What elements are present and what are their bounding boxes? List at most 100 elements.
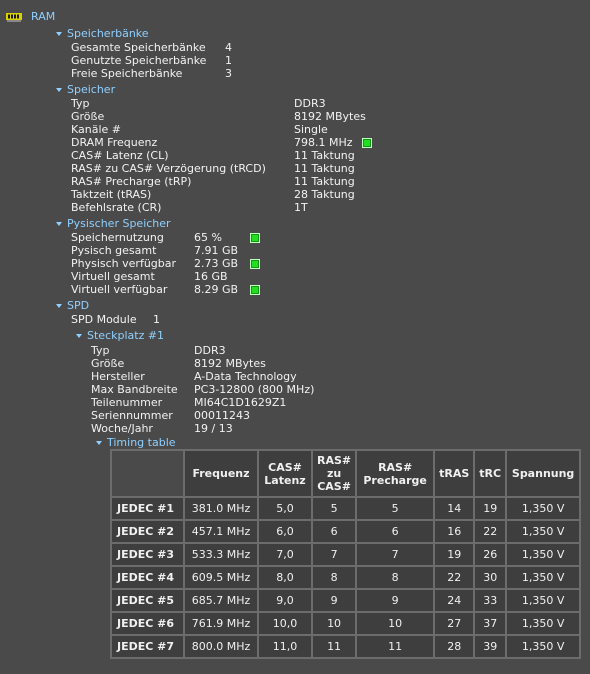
cell-frequenz: 685.7 MHz — [185, 590, 257, 611]
cell-trc: 33 — [475, 590, 506, 611]
cell-ras-zu-cas: 8 — [313, 567, 356, 588]
cell-frequenz: 800.0 MHz — [185, 636, 257, 657]
expand-arrow-icon[interactable] — [56, 88, 62, 92]
bank-total-value: 4 — [225, 41, 232, 54]
cell-ras-zu-cas: 7 — [313, 544, 356, 565]
cell-ras-zu-cas: 10 — [313, 613, 356, 634]
section-physischer-speicher[interactable]: Pysischer Speicher — [67, 217, 171, 230]
cell-spannung: 1,350 V — [507, 590, 580, 611]
header-trc: tRC — [475, 451, 506, 496]
cell-frequenz: 609.5 MHz — [185, 567, 257, 588]
bank-used-label: Genutzte Speicherbänke — [71, 54, 207, 67]
cell-ras-precharge: 10 — [357, 613, 434, 634]
cell-spannung: 1,350 V — [507, 636, 580, 657]
bank-total-label: Gesamte Speicherbänke — [71, 41, 206, 54]
cell-cas-latenz: 7,0 — [259, 544, 311, 565]
slot-label: Größe — [91, 357, 125, 370]
expand-arrow-icon[interactable] — [56, 304, 62, 308]
bank-free-label: Freie Speicherbänke — [71, 67, 183, 80]
cell-tras: 24 — [435, 590, 474, 611]
mem-value: Single — [294, 123, 328, 136]
phys-value: 16 GB — [194, 270, 228, 283]
phys-value: 8.29 GB — [194, 283, 239, 296]
header-blank-cell — [112, 451, 183, 496]
row-name: JEDEC #2 — [112, 521, 183, 542]
cell-ras-precharge: 11 — [357, 636, 434, 657]
row-name: JEDEC #4 — [112, 567, 183, 588]
table-row: JEDEC #1 381.0 MHz 5,0 5 5 14 19 1,350 V — [112, 498, 580, 519]
timing-table: Frequenz CAS# Latenz RAS# zu CAS# RAS# P… — [110, 449, 582, 659]
mem-label: RAS# Precharge (tRP) — [71, 175, 192, 188]
row-name: JEDEC #1 — [112, 498, 183, 519]
bank-free-value: 3 — [225, 67, 232, 80]
cell-frequenz: 761.9 MHz — [185, 613, 257, 634]
header-spannung: Spannung — [507, 451, 580, 496]
phys-label: Pysisch gesamt — [71, 244, 157, 257]
status-green-icon — [362, 138, 372, 148]
phys-label: Speichernutzung — [71, 231, 164, 244]
ram-node[interactable]: RAM — [31, 10, 55, 23]
slot-label: Max Bandbreite — [91, 383, 178, 396]
timing-table-node[interactable]: Timing table — [107, 436, 176, 449]
expand-arrow-icon[interactable] — [96, 441, 102, 445]
row-name: JEDEC #7 — [112, 636, 183, 657]
header-tras: tRAS — [435, 451, 474, 496]
slot-value: PC3-12800 (800 MHz) — [194, 383, 315, 396]
cell-trc: 39 — [475, 636, 506, 657]
expand-arrow-icon[interactable] — [76, 334, 82, 338]
cell-ras-zu-cas: 9 — [313, 590, 356, 611]
cell-frequenz: 381.0 MHz — [185, 498, 257, 519]
phys-value: 7.91 GB — [194, 244, 239, 257]
cell-tras: 19 — [435, 544, 474, 565]
section-spd[interactable]: SPD — [67, 299, 89, 312]
ram-module-icon — [6, 13, 22, 22]
phys-value: 65 % — [194, 231, 222, 244]
mem-value: 11 Taktung — [294, 175, 355, 188]
cell-cas-latenz: 8,0 — [259, 567, 311, 588]
mem-value: DDR3 — [294, 97, 326, 110]
table-row: JEDEC #7 800.0 MHz 11,0 11 11 28 39 1,35… — [112, 636, 580, 657]
spd-modules-value: 1 — [153, 313, 160, 326]
bank-used-value: 1 — [225, 54, 232, 67]
mem-value: 798.1 MHz — [294, 136, 353, 149]
cell-tras: 28 — [435, 636, 474, 657]
status-green-icon — [250, 259, 260, 269]
mem-label: Typ — [71, 97, 90, 110]
cell-ras-zu-cas: 11 — [313, 636, 356, 657]
phys-label: Virtuell gesamt — [71, 270, 155, 283]
table-row: JEDEC #5 685.7 MHz 9,0 9 9 24 33 1,350 V — [112, 590, 580, 611]
mem-label: Taktzeit (tRAS) — [71, 188, 152, 201]
expand-arrow-icon[interactable] — [56, 32, 62, 36]
timing-header-row: Frequenz CAS# Latenz RAS# zu CAS# RAS# P… — [112, 451, 580, 496]
mem-value: 1T — [294, 201, 308, 214]
phys-label: Virtuell verfügbar — [71, 283, 168, 296]
slot-1-node[interactable]: Steckplatz #1 — [87, 329, 164, 342]
slot-value: DDR3 — [194, 344, 226, 357]
cell-tras: 16 — [435, 521, 474, 542]
cell-cas-latenz: 9,0 — [259, 590, 311, 611]
mem-label: Größe — [71, 110, 105, 123]
cell-spannung: 1,350 V — [507, 544, 580, 565]
table-row: JEDEC #2 457.1 MHz 6,0 6 6 16 22 1,350 V — [112, 521, 580, 542]
mem-value: 11 Taktung — [294, 149, 355, 162]
cell-frequenz: 457.1 MHz — [185, 521, 257, 542]
cell-ras-zu-cas: 5 — [313, 498, 356, 519]
cell-trc: 19 — [475, 498, 506, 519]
slot-label: Seriennummer — [91, 409, 173, 422]
slot-value: 00011243 — [194, 409, 250, 422]
section-speicher[interactable]: Speicher — [67, 83, 115, 96]
section-speicherbaenke[interactable]: Speicherbänke — [67, 27, 149, 40]
cell-spannung: 1,350 V — [507, 498, 580, 519]
table-row: JEDEC #4 609.5 MHz 8,0 8 8 22 30 1,350 V — [112, 567, 580, 588]
cell-trc: 30 — [475, 567, 506, 588]
mem-value: 28 Taktung — [294, 188, 355, 201]
cell-cas-latenz: 6,0 — [259, 521, 311, 542]
slot-value: 19 / 13 — [194, 422, 233, 435]
cell-tras: 22 — [435, 567, 474, 588]
slot-label: Teilenummer — [91, 396, 163, 409]
header-cas-latenz: CAS# Latenz — [259, 451, 311, 496]
expand-arrow-icon[interactable] — [56, 222, 62, 226]
slot-value: 8192 MBytes — [194, 357, 266, 370]
mem-label: DRAM Frequenz — [71, 136, 158, 149]
cell-cas-latenz: 5,0 — [259, 498, 311, 519]
